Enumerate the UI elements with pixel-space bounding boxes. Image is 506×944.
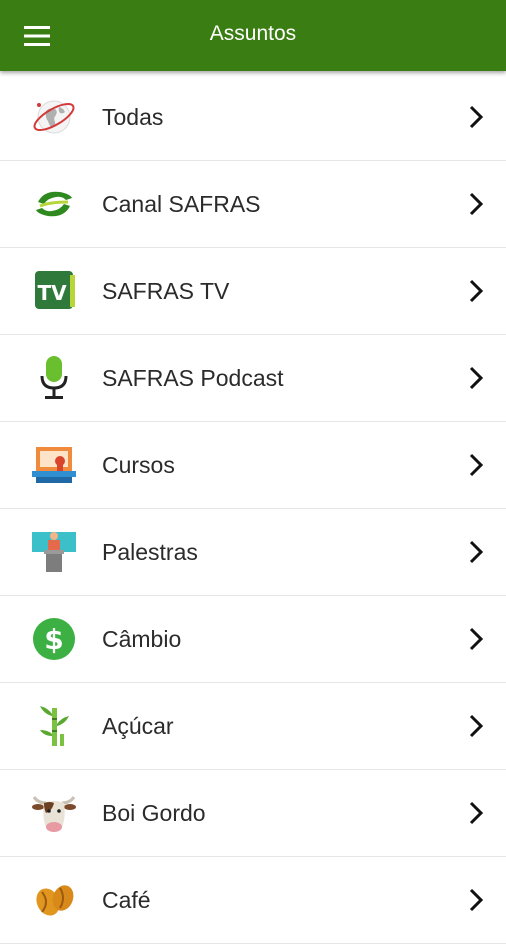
- list-item-label: Todas: [102, 103, 164, 130]
- cow-icon: [32, 796, 76, 832]
- list-item-safras-podcast[interactable]: SAFRAS Podcast: [0, 335, 506, 422]
- list-item-todas[interactable]: Todas: [0, 74, 506, 161]
- chevron-right-icon: [469, 888, 484, 912]
- chevron-right-icon: [469, 192, 484, 216]
- safras-logo-icon: [36, 191, 72, 217]
- list-item-cambio[interactable]: $ Câmbio: [0, 596, 506, 683]
- microphone-icon: [40, 356, 68, 399]
- svg-text:TV: TV: [37, 281, 67, 305]
- chevron-right-icon: [469, 714, 484, 738]
- list-item-safras-tv[interactable]: TV SAFRAS TV: [0, 248, 506, 335]
- list-item-label: Café: [102, 886, 151, 913]
- chevron-right-icon: [469, 453, 484, 477]
- subjects-list: Todas Canal SAFRAS TV SAFRAS TV SAFRAS P…: [0, 74, 506, 944]
- list-item-label: SAFRAS Podcast: [102, 364, 284, 391]
- list-item-label: Cursos: [102, 451, 175, 478]
- certificate-icon: [32, 447, 76, 483]
- list-item-label: SAFRAS TV: [102, 277, 230, 304]
- coffee-bean-icon: [36, 885, 74, 916]
- list-item-cafe[interactable]: Café: [0, 857, 506, 944]
- svg-text:$: $: [44, 623, 63, 656]
- list-item-cursos[interactable]: Cursos: [0, 422, 506, 509]
- list-item-label: Canal SAFRAS: [102, 190, 261, 217]
- page-title: Assuntos: [209, 22, 297, 45]
- list-item-label: Palestras: [102, 538, 198, 565]
- list-item-acucar[interactable]: Açúcar: [0, 683, 506, 770]
- list-item-boi-gordo[interactable]: Boi Gordo: [0, 770, 506, 857]
- sugarcane-icon: [40, 706, 69, 746]
- chevron-right-icon: [469, 627, 484, 651]
- chevron-right-icon: [469, 279, 484, 303]
- chevron-right-icon: [469, 105, 484, 129]
- list-item-label: Câmbio: [102, 625, 182, 652]
- app-bar: Assuntos: [0, 0, 506, 71]
- lecture-podium-icon: [32, 532, 76, 572]
- chevron-right-icon: [469, 540, 484, 564]
- dollar-icon: $: [33, 618, 75, 660]
- globe-icon: [33, 100, 75, 134]
- list-item-label: Açúcar: [102, 712, 174, 739]
- chevron-right-icon: [469, 801, 484, 825]
- tv-icon: TV: [35, 271, 75, 309]
- list-item-palestras[interactable]: Palestras: [0, 509, 506, 596]
- list-item-canal-safras[interactable]: Canal SAFRAS: [0, 161, 506, 248]
- chevron-right-icon: [469, 366, 484, 390]
- list-item-label: Boi Gordo: [102, 799, 206, 826]
